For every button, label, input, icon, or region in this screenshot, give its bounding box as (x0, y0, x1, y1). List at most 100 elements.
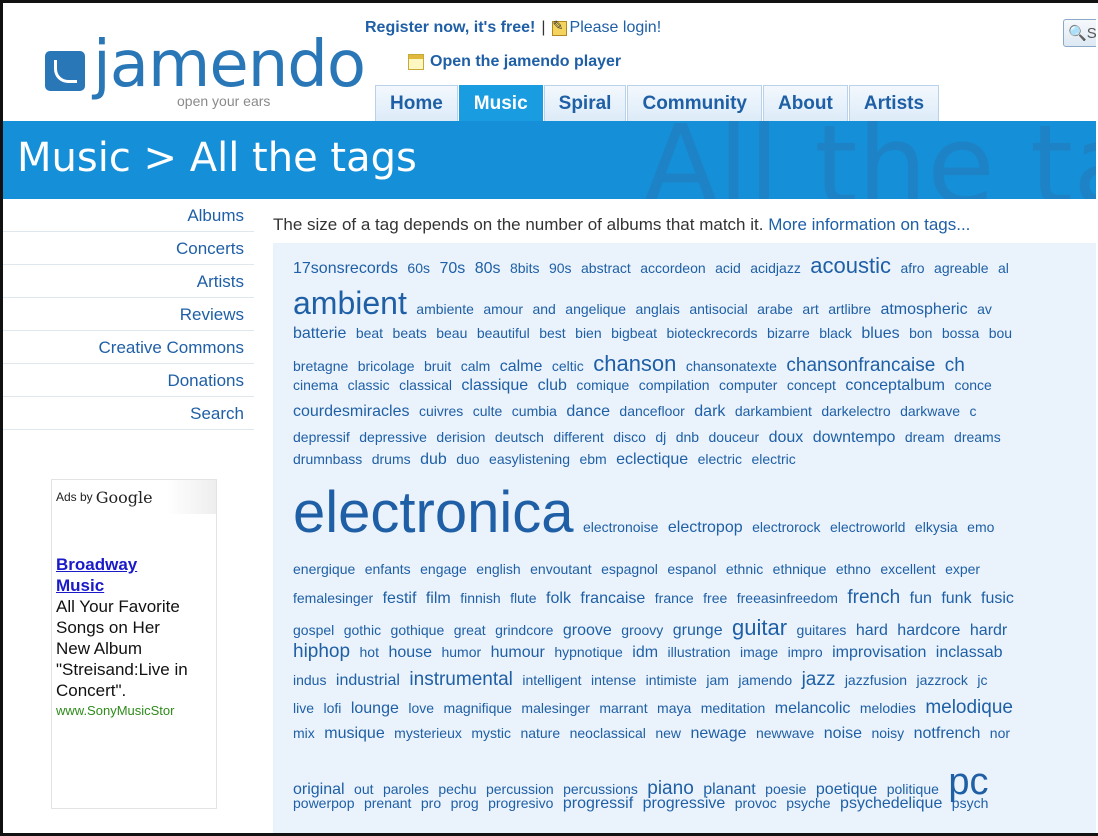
tag-link[interactable]: derision (436, 429, 485, 445)
tag-link[interactable]: arabe (757, 301, 793, 317)
tag-link[interactable]: neoclassical (570, 725, 646, 741)
tag-link[interactable]: courdesmiracles (293, 403, 409, 420)
tag-link[interactable]: instrumental (409, 669, 513, 690)
tag-link[interactable]: darkambient (735, 403, 812, 419)
ad-title-link[interactable]: Broadway Music (56, 554, 212, 596)
tag-link[interactable]: love (408, 700, 434, 716)
tag-link[interactable]: dark (694, 403, 725, 420)
tag-link[interactable]: lofi (323, 700, 341, 716)
tag-link[interactable]: grindcore (495, 622, 553, 638)
tag-link[interactable]: beautiful (477, 325, 530, 341)
tag-link[interactable]: psychedelique (840, 795, 942, 812)
tag-link[interactable]: blues (861, 325, 899, 342)
tag-link[interactable]: new (655, 725, 681, 741)
tag-link[interactable]: accordeon (640, 260, 705, 276)
tag-link[interactable]: lounge (351, 700, 399, 717)
tag-link[interactable]: mix (293, 725, 315, 741)
tag-link[interactable]: provoc (735, 795, 777, 811)
tag-link[interactable]: progressif (563, 795, 633, 812)
tag-link[interactable]: abstract (581, 260, 631, 276)
tag-link[interactable]: darkelectro (821, 403, 890, 419)
tag-link[interactable]: amour (483, 301, 523, 317)
tag-link[interactable]: ethno (836, 561, 871, 577)
tag-link[interactable]: bigbeat (611, 325, 657, 341)
tag-link[interactable]: different (553, 429, 603, 445)
sidebar-item-albums[interactable]: Albums (3, 199, 254, 232)
tag-link[interactable]: beat (356, 325, 383, 341)
tag-link[interactable]: freeasinfreedom (737, 590, 838, 606)
tag-link[interactable]: 90s (549, 260, 572, 276)
tag-link[interactable]: antisocial (689, 301, 747, 317)
tag-link[interactable]: fusic (981, 590, 1014, 607)
tag-link[interactable]: bon (909, 325, 932, 341)
tag-link[interactable]: ambient (293, 285, 407, 321)
tag-link[interactable]: electroworld (830, 519, 905, 535)
tag-link[interactable]: indus (293, 672, 326, 688)
tag-link[interactable]: jam (706, 672, 729, 688)
sidebar-item-search[interactable]: Search (3, 397, 254, 430)
tag-link[interactable]: disco (613, 429, 646, 445)
tag-link[interactable]: powerpop (293, 795, 355, 811)
tag-link[interactable]: anglais (635, 301, 679, 317)
tag-link[interactable]: dreams (954, 429, 1001, 445)
tag-link[interactable]: great (454, 622, 486, 638)
tag-link[interactable]: english (476, 561, 520, 577)
tag-link[interactable]: ch (945, 355, 965, 376)
tag-link[interactable]: electronoise (583, 519, 659, 535)
tag-link[interactable]: idm (632, 644, 658, 661)
sidebar-item-concerts[interactable]: Concerts (3, 232, 254, 265)
tag-link[interactable]: classical (399, 377, 452, 393)
sidebar-item-donations[interactable]: Donations (3, 364, 254, 397)
tag-link[interactable]: concept (787, 377, 836, 393)
tag-link[interactable]: acid (715, 260, 741, 276)
tag-link[interactable]: cuivres (419, 403, 463, 419)
tag-link[interactable]: festif (383, 590, 417, 607)
tag-link[interactable]: 8bits (510, 260, 540, 276)
tag-link[interactable]: hot (360, 644, 379, 660)
tag-link[interactable]: depressif (293, 429, 350, 445)
search-button[interactable]: 🔍S (1063, 19, 1098, 47)
tag-link[interactable]: bossa (942, 325, 979, 341)
tag-link[interactable]: atmospheric (880, 301, 967, 318)
tag-link[interactable]: chansonatexte (686, 358, 777, 374)
tag-link[interactable]: engage (420, 561, 467, 577)
tag-link[interactable]: beats (393, 325, 427, 341)
tag-link[interactable]: drums (372, 451, 411, 467)
sidebar-item-creative-commons[interactable]: Creative Commons (3, 331, 254, 364)
tag-link[interactable]: gothic (344, 622, 381, 638)
tag-link[interactable]: progressive (643, 795, 726, 812)
tag-link[interactable]: calme (500, 358, 543, 375)
tag-link[interactable]: jamendo (738, 672, 792, 688)
tag-link[interactable]: dance (566, 403, 610, 420)
tag-link[interactable]: bricolage (358, 358, 415, 374)
tag-link[interactable]: jazzfusion (845, 672, 907, 688)
tag-link[interactable]: emo (967, 519, 994, 535)
tag-link[interactable]: bioteckrecords (666, 325, 757, 341)
tag-link[interactable]: comique (576, 377, 629, 393)
tab-community[interactable]: Community (627, 85, 762, 121)
tag-link[interactable]: duo (456, 451, 479, 467)
tag-link[interactable]: notfrench (914, 725, 981, 742)
tag-link[interactable]: groove (563, 622, 612, 639)
tag-link[interactable]: ambiente (416, 301, 474, 317)
tag-link[interactable]: melodique (925, 697, 1013, 718)
tag-link[interactable]: gospel (293, 622, 334, 638)
tag-link[interactable]: espanol (667, 561, 716, 577)
tag-link[interactable]: magnifique (443, 700, 512, 716)
tag-link[interactable]: angelique (565, 301, 626, 317)
tag-link[interactable]: pro (421, 795, 441, 811)
tag-link[interactable]: humor (441, 644, 481, 660)
tag-link[interactable]: melancolic (775, 700, 851, 717)
jamendo-logo[interactable]: jamendo (45, 33, 365, 97)
tag-link[interactable]: intimiste (646, 672, 697, 688)
tag-link[interactable]: classic (348, 377, 390, 393)
tag-link[interactable]: hardcore (897, 622, 960, 639)
tag-link[interactable]: chanson (593, 351, 676, 376)
tag-link[interactable]: bou (989, 325, 1012, 341)
tag-link[interactable]: hardr (970, 622, 1007, 639)
tag-link[interactable]: intelligent (522, 672, 581, 688)
tag-link[interactable]: classique (461, 377, 528, 394)
tag-link[interactable]: humour (491, 644, 545, 661)
tag-link[interactable]: conce (954, 377, 991, 393)
tab-music[interactable]: Music (459, 85, 543, 121)
